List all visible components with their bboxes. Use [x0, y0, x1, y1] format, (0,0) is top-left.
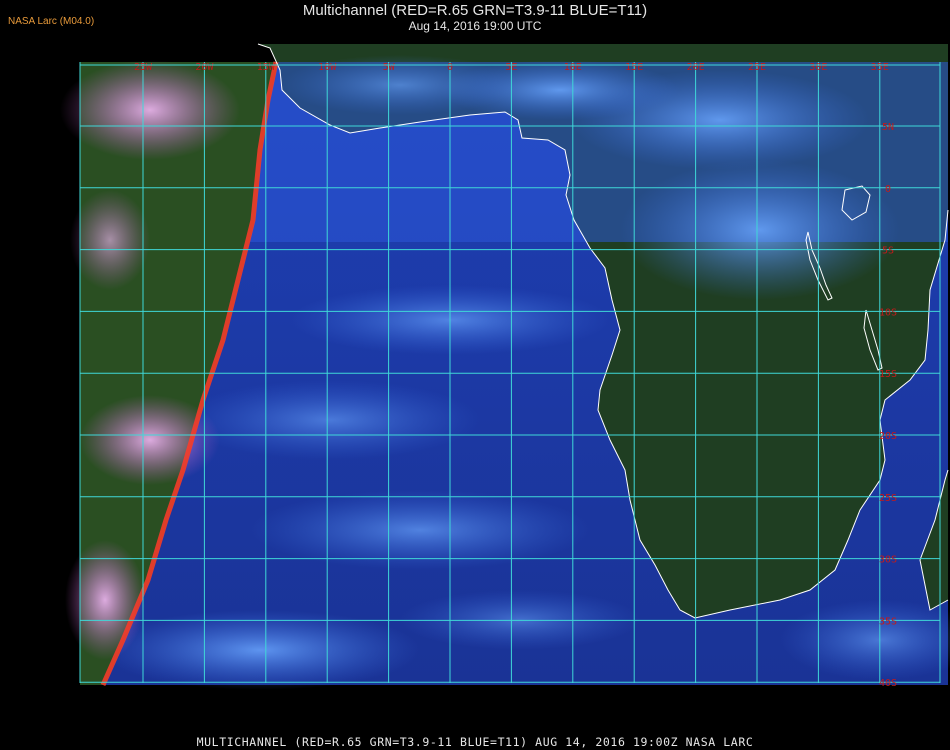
- latitude-label: 25S: [879, 493, 897, 504]
- longitude-label: 25E: [748, 62, 766, 73]
- longitude-label: 20E: [687, 62, 705, 73]
- latitude-label: 20S: [879, 431, 897, 442]
- latitude-label: 40S: [879, 678, 897, 689]
- latitude-label: 35S: [879, 616, 897, 627]
- longitude-label: 10E: [564, 62, 582, 73]
- longitude-label: 0: [447, 62, 453, 73]
- longitude-label: 20W: [195, 62, 214, 73]
- satellite-image: 25W 20W 15W 10W 5W 0 5E 10E 15E 20E 25E 30E 35E 5N 0 5S…: [60, 43, 950, 727]
- longitude-label: 30E: [809, 62, 827, 73]
- longitude-label: 5E: [505, 62, 517, 73]
- longitude-label: 15E: [625, 62, 643, 73]
- longitude-label: 25W: [134, 62, 153, 73]
- footer-caption: MULTICHANNEL (RED=R.65 GRN=T3.9-11 BLUE=…: [196, 735, 754, 749]
- longitude-label: 10W: [318, 62, 337, 73]
- longitude-label: 15W: [257, 62, 276, 73]
- longitude-label: 35E: [871, 62, 889, 73]
- latitude-label: 10S: [879, 307, 897, 318]
- latitude-label: 5N: [882, 122, 894, 133]
- latitude-label: 30S: [879, 555, 897, 566]
- latitude-label: 5S: [882, 246, 894, 257]
- latitude-label: 0: [885, 184, 891, 195]
- longitude-label: 5W: [383, 62, 396, 73]
- latitude-label: 15S: [879, 369, 897, 380]
